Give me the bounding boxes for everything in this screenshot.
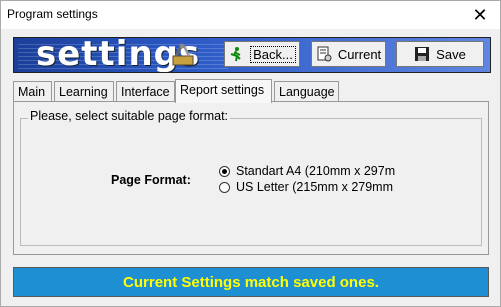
tools-icon bbox=[172, 43, 194, 66]
tab-report-settings[interactable]: Report settings bbox=[175, 79, 272, 103]
page-format-label: Page Format: bbox=[111, 173, 191, 187]
settings-banner: settings Back... Current Save bbox=[13, 37, 491, 73]
tab-interface[interactable]: Interface bbox=[116, 81, 175, 101]
floppy-disk-icon bbox=[415, 47, 430, 61]
close-icon[interactable]: ✕ bbox=[468, 4, 492, 26]
title-bar: Program settings ✕ bbox=[1, 1, 500, 29]
running-man-icon bbox=[230, 47, 241, 62]
tab-learning[interactable]: Learning bbox=[54, 81, 114, 101]
radio-button[interactable] bbox=[219, 181, 230, 193]
back-button[interactable]: Back... bbox=[224, 41, 300, 67]
current-button[interactable]: Current bbox=[311, 41, 386, 67]
tab-main-label: Main bbox=[18, 85, 46, 99]
tab-learning-label: Learning bbox=[59, 85, 108, 99]
radio-a4[interactable]: Standart A4 (210mm x 297m bbox=[219, 163, 449, 179]
radio-us-letter-label: US Letter (215mm x 279mm bbox=[236, 180, 393, 194]
save-button-label: Save bbox=[436, 46, 466, 62]
back-button-label: Back... bbox=[250, 45, 296, 63]
save-button[interactable]: Save bbox=[396, 41, 484, 67]
tab-language-label: Language bbox=[279, 85, 335, 99]
status-bar: Current Settings match saved ones. bbox=[13, 267, 489, 297]
window-title: Program settings bbox=[7, 7, 98, 21]
status-text: Current Settings match saved ones. bbox=[123, 273, 379, 291]
tab-interface-label: Interface bbox=[121, 85, 170, 99]
document-gear-icon bbox=[317, 46, 332, 62]
current-button-label: Current bbox=[337, 46, 382, 62]
radio-us-letter[interactable]: US Letter (215mm x 279mm bbox=[219, 179, 449, 195]
radio-a4-label: Standart A4 (210mm x 297m bbox=[236, 164, 396, 178]
radio-button-checked[interactable] bbox=[219, 165, 230, 177]
settings-window: Program settings ✕ settings Back... Curr… bbox=[0, 0, 501, 307]
tab-main[interactable]: Main bbox=[13, 81, 52, 101]
group-legend: Please, select suitable page format: bbox=[28, 109, 231, 123]
tab-report-settings-label: Report settings bbox=[180, 83, 265, 97]
tab-language[interactable]: Language bbox=[274, 81, 339, 101]
